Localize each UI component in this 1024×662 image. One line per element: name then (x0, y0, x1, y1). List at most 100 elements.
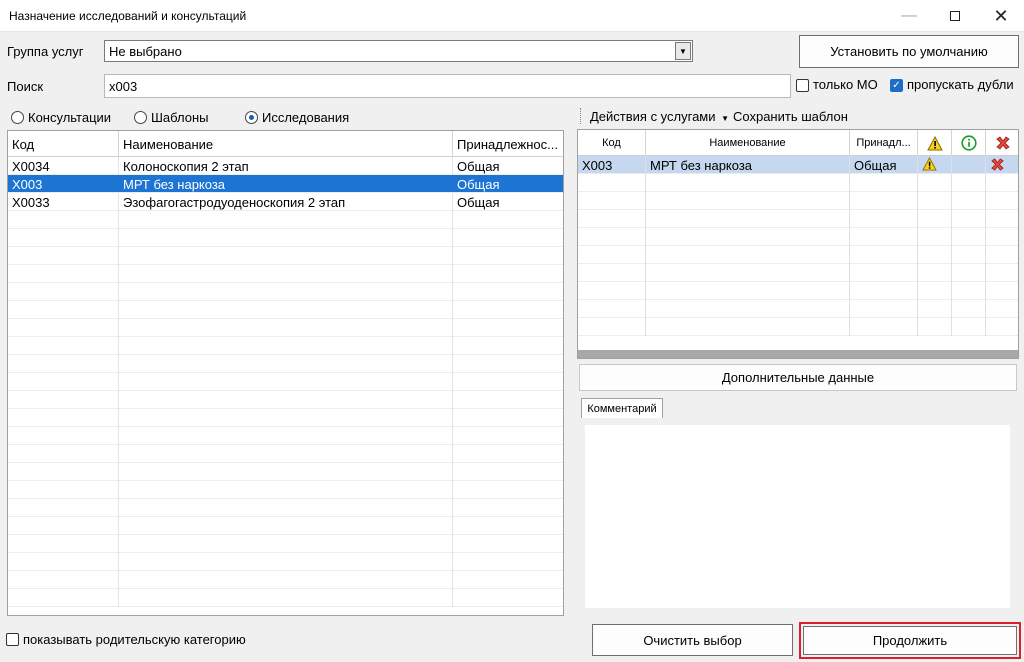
radio-studies[interactable] (245, 111, 258, 124)
group-select-value: Не выбрано (109, 44, 182, 59)
cell-code (8, 265, 119, 283)
cell-del[interactable] (986, 156, 1018, 174)
set-default-button[interactable]: Установить по умолчанию (799, 35, 1019, 68)
toolbar-grip (580, 108, 582, 124)
cell-owner (453, 391, 563, 409)
cell-code (578, 246, 646, 264)
table-row-empty (8, 589, 563, 607)
cell-code (8, 589, 119, 607)
cell-code (8, 229, 119, 247)
cell-info (952, 246, 986, 264)
cell-del (986, 210, 1018, 228)
cell-owner (850, 318, 918, 336)
radio-templates-label[interactable]: Шаблоны (151, 110, 209, 125)
cell-code (8, 427, 119, 445)
info-icon (960, 135, 977, 151)
table-row[interactable]: X0033 Эзофагогастродуоденоскопия 2 этап Об… (8, 193, 563, 211)
cell-del (986, 264, 1018, 282)
table-row[interactable]: X003 МРТ без наркоза Общая (578, 156, 1018, 174)
delete-icon (996, 136, 1010, 150)
cell-owner (453, 319, 563, 337)
column-header-owner[interactable]: Принадлежнос... (453, 131, 563, 157)
column-header-info[interactable] (952, 130, 986, 156)
radio-studies-label[interactable]: Исследования (262, 110, 349, 125)
cell-owner (453, 463, 563, 481)
cell-info (952, 210, 986, 228)
group-label: Группа услуг (7, 44, 84, 59)
cell-code (8, 373, 119, 391)
table-row-empty (8, 265, 563, 283)
cell-info (952, 282, 986, 300)
cell-code (8, 553, 119, 571)
cell-name (119, 481, 453, 499)
cell-owner (453, 427, 563, 445)
cell-warn[interactable] (918, 156, 952, 174)
group-select[interactable]: Не выбрано ▼ (104, 40, 693, 62)
cell-name (646, 174, 850, 192)
column-header-name[interactable]: Наименование (646, 130, 850, 156)
radio-consultations[interactable] (11, 111, 24, 124)
table-row[interactable]: X0034 Колоноскопия 2 этап Общая (8, 157, 563, 175)
services-table-header: Код Наименование Принадлежнос... (8, 131, 563, 157)
table-row-empty (578, 228, 1018, 246)
table-row-empty (578, 282, 1018, 300)
cell-warn (918, 318, 952, 336)
actions-menu[interactable]: Действия с услугами ▼ (590, 109, 729, 124)
minimize-icon: — (901, 7, 917, 24)
cell-owner (453, 535, 563, 553)
cell-info (952, 192, 986, 210)
radio-consultations-label[interactable]: Консультации (28, 110, 111, 125)
table-horizontal-scrollbar[interactable] (578, 350, 1018, 358)
search-input[interactable]: x003 (104, 74, 791, 98)
cell-owner (453, 283, 563, 301)
cell-warn (918, 192, 952, 210)
radio-templates[interactable] (134, 111, 147, 124)
column-header-warning[interactable] (918, 130, 952, 156)
table-row-empty (8, 517, 563, 535)
cell-name: МРТ без наркоза (646, 156, 850, 174)
cell-name (119, 445, 453, 463)
column-header-owner[interactable]: Принадл... (850, 130, 918, 156)
cell-owner (453, 355, 563, 373)
cell-del (986, 318, 1018, 336)
column-header-code[interactable]: Код (578, 130, 646, 156)
chevron-down-icon[interactable]: ▼ (675, 42, 691, 60)
cell-owner: Общая (457, 195, 500, 210)
table-row[interactable]: X003 МРТ без наркоза Общая (8, 175, 563, 193)
column-header-name[interactable]: Наименование (119, 131, 453, 157)
cell-owner (453, 409, 563, 427)
table-row-empty (8, 427, 563, 445)
cell-name (119, 211, 453, 229)
clear-selection-button[interactable]: Очистить выбор (592, 624, 793, 656)
show-parent-checkbox[interactable] (6, 633, 19, 646)
save-template-button[interactable]: Сохранить шаблон (733, 109, 848, 124)
cell-owner (453, 229, 563, 247)
cell-code (8, 355, 119, 373)
search-label: Поиск (7, 79, 44, 94)
cell-code: X003 (578, 156, 646, 174)
maximize-button[interactable] (932, 0, 978, 32)
table-row-empty (578, 210, 1018, 228)
services-table[interactable]: Код Наименование Принадлежнос... X0034 Ко… (7, 130, 564, 616)
cell-code (8, 283, 119, 301)
selected-services-table[interactable]: Код Наименование Принадл... X003 МРТ без … (577, 129, 1019, 359)
cell-owner (453, 211, 563, 229)
selected-table-header: Код Наименование Принадл... (578, 130, 1018, 156)
column-header-code[interactable]: Код (8, 131, 119, 157)
column-header-delete[interactable] (986, 130, 1018, 156)
cell-code (8, 463, 119, 481)
minimize-button[interactable]: — (886, 0, 932, 32)
comment-textarea[interactable] (585, 425, 1010, 608)
only-mo-checkbox[interactable] (796, 79, 809, 92)
cell-del (986, 228, 1018, 246)
continue-button[interactable]: Продолжить (803, 626, 1017, 655)
extra-data-button[interactable]: Дополнительные данные (579, 364, 1017, 391)
cell-warn (918, 300, 952, 318)
cell-name (119, 463, 453, 481)
window-title: Назначение исследований и консультаций (9, 9, 247, 23)
cell-warn (918, 264, 952, 282)
close-button[interactable]: ✕ (978, 0, 1024, 32)
tab-comment[interactable]: Комментарий (581, 398, 663, 418)
cell-code (8, 445, 119, 463)
skip-dupes-checkbox[interactable]: ✓ (890, 79, 903, 92)
